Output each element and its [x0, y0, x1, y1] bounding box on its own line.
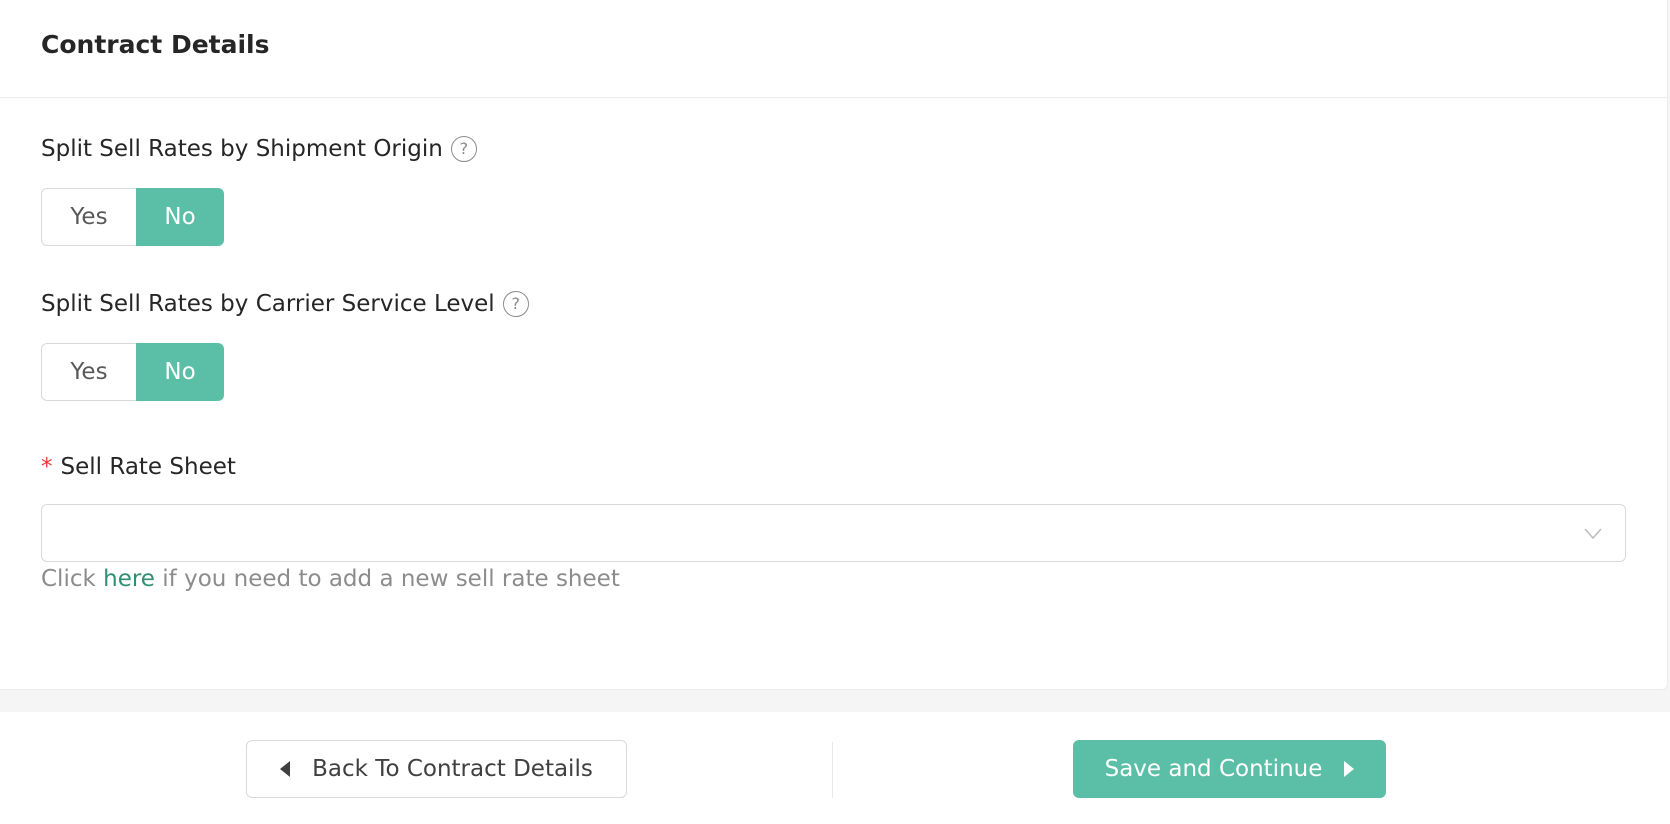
add-sell-rate-sheet-link[interactable]: here	[103, 566, 155, 592]
split-service-level-yes-button[interactable]: Yes	[41, 343, 136, 401]
split-origin-label: Split Sell Rates by Shipment Origin ?	[41, 136, 477, 162]
sell-rate-sheet-select[interactable]	[41, 504, 1626, 562]
chevron-down-icon	[1584, 528, 1602, 540]
save-button-label: Save and Continue	[1104, 756, 1323, 782]
card-header: Contract Details	[0, 0, 1667, 98]
contract-details-card: Contract Details Split Sell Rates by Shi…	[0, 0, 1668, 690]
required-mark: *	[41, 454, 53, 480]
back-button-label: Back To Contract Details	[312, 756, 593, 782]
sell-rate-sheet-label: * Sell Rate Sheet	[41, 454, 236, 480]
helper-suffix: if you need to add a new sell rate sheet	[154, 566, 620, 592]
split-origin-toggle: Yes No	[41, 188, 224, 246]
question-circle-icon[interactable]: ?	[502, 291, 529, 317]
sell-rate-sheet-label-text: Sell Rate Sheet	[60, 454, 236, 480]
split-origin-no-button[interactable]: No	[136, 188, 224, 246]
split-origin-yes-button[interactable]: Yes	[41, 188, 136, 246]
split-service-level-toggle: Yes No	[41, 343, 224, 401]
split-service-level-no-button[interactable]: No	[136, 343, 224, 401]
caret-left-icon	[280, 761, 291, 777]
footer-bar: Back To Contract Details Save and Contin…	[0, 712, 1670, 824]
back-to-contract-details-button[interactable]: Back To Contract Details	[246, 740, 627, 798]
footer-divider	[832, 742, 833, 798]
caret-right-icon	[1344, 761, 1355, 777]
split-service-level-label-text: Split Sell Rates by Carrier Service Leve…	[41, 291, 495, 317]
helper-prefix: Click	[41, 566, 104, 592]
sell-rate-sheet-helper: Click here if you need to add a new sell…	[41, 566, 620, 592]
save-and-continue-button[interactable]: Save and Continue	[1073, 740, 1386, 798]
split-service-level-label: Split Sell Rates by Carrier Service Leve…	[41, 291, 529, 317]
split-origin-label-text: Split Sell Rates by Shipment Origin	[41, 136, 443, 162]
page-title: Contract Details	[41, 30, 270, 59]
question-circle-icon[interactable]: ?	[450, 136, 477, 162]
